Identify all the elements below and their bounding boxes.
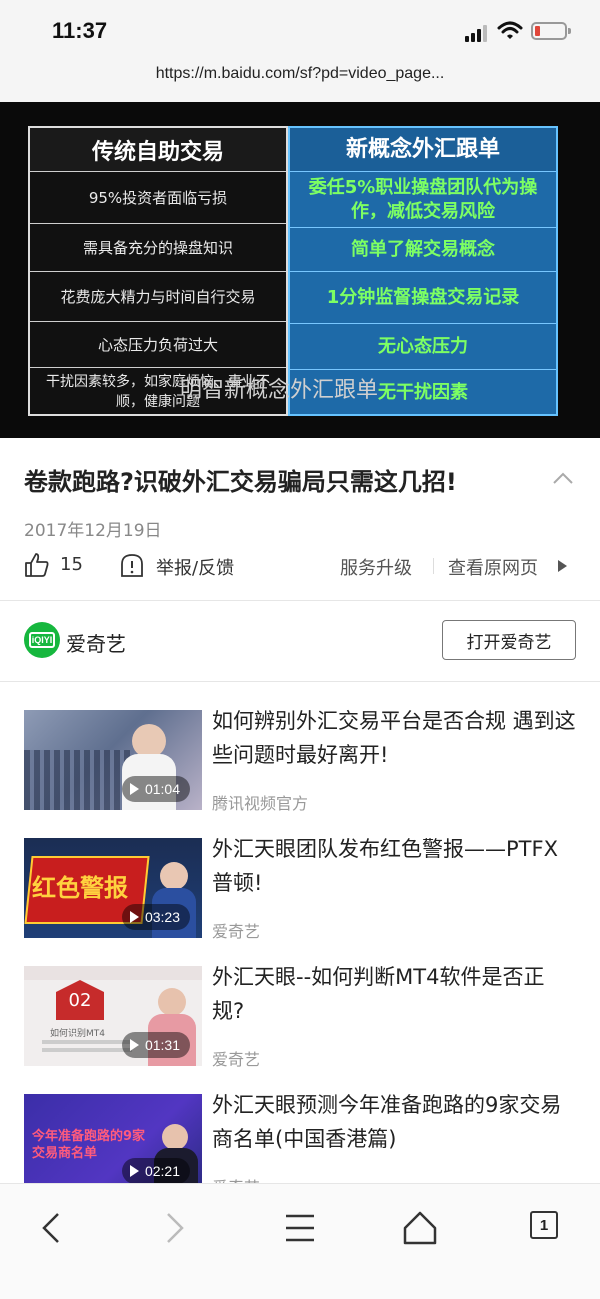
video-subtitle: 明智新概念外汇跟单: [180, 378, 379, 403]
related-video-item[interactable]: 02 如何识别MT4 01:31 外汇天眼--如何判断MT4软件是否正规? 爱奇…: [0, 965, 600, 1076]
left-row: 花费庞大精力与时间自行交易: [30, 272, 286, 322]
video-thumbnail[interactable]: 02 如何识别MT4 01:31: [24, 966, 202, 1066]
video-player[interactable]: 传统自助交易 95%投资者面临亏损 需具备充分的操盘知识 花费庞大精力与时间自行…: [0, 102, 600, 438]
status-time: 11:37: [52, 18, 108, 43]
view-original-link[interactable]: 查看原网页: [448, 554, 538, 580]
related-video-source: 腾讯视频官方: [212, 794, 309, 813]
action-bar: 15 举报/反馈 服务升级 查看原网页: [0, 550, 600, 580]
left-row: 需具备充分的操盘知识: [30, 224, 286, 272]
tabs-button[interactable]: 1: [530, 1211, 558, 1239]
related-video-item[interactable]: 红色警报 03:23 外汇天眼团队发布红色警报——PTFX普顿! 爱奇艺: [0, 837, 600, 948]
cellular-signal-icon: [465, 24, 491, 42]
related-video-source: 爱奇艺: [212, 922, 261, 941]
publish-date: 2017年12月19日: [24, 521, 162, 541]
source-name: 爱奇艺: [66, 632, 126, 656]
right-row: 1分钟监督操盘交易记录: [290, 272, 556, 324]
duration-badge: 03:23: [121, 904, 190, 930]
open-app-button[interactable]: 打开爱奇艺: [442, 620, 576, 660]
right-row: 委任5%职业操盘团队代为操作，减低交易风险: [290, 172, 556, 228]
right-row: 简单了解交易概念: [290, 228, 556, 272]
status-bar: 11:37: [0, 0, 600, 60]
related-video-title[interactable]: 外汇天眼--如何判断MT4软件是否正规?: [212, 960, 576, 1028]
browser-toolbar: 1: [0, 1183, 600, 1299]
related-video-source: 爱奇艺: [212, 1050, 261, 1069]
like-count[interactable]: 15: [60, 554, 83, 575]
report-feedback-link[interactable]: 举报/反馈: [156, 554, 234, 580]
forward-icon[interactable]: [154, 1208, 194, 1248]
right-header: 新概念外汇跟单: [290, 128, 556, 172]
divider: [0, 681, 600, 682]
article-title: 卷款跑路?识破外汇交易骗局只需这几招!: [24, 468, 457, 496]
left-row: 心态压力负荷过大: [30, 322, 286, 368]
chevron-up-icon[interactable]: [552, 468, 574, 490]
report-icon[interactable]: [118, 552, 146, 578]
service-upgrade-link[interactable]: 服务升级: [340, 554, 412, 580]
divider: [0, 600, 600, 601]
left-row: 95%投资者面临亏损: [30, 172, 286, 224]
video-thumbnail[interactable]: 01:04: [24, 710, 202, 810]
thumbnail-text: 如何识别MT4: [50, 1029, 105, 1039]
address-bar[interactable]: https://m.baidu.com/sf?pd=video_page...: [0, 60, 600, 102]
duration-badge: 01:31: [121, 1032, 190, 1058]
right-row: 无心态压力: [290, 324, 556, 370]
url-text[interactable]: https://m.baidu.com/sf?pd=video_page...: [0, 60, 600, 88]
battery-icon: [531, 22, 571, 40]
iqiyi-logo: iQIYI: [24, 622, 60, 658]
back-icon[interactable]: [32, 1208, 72, 1248]
iqiyi-logo-text: iQIYI: [29, 632, 55, 648]
thumbs-up-icon[interactable]: [24, 552, 50, 578]
video-thumbnail[interactable]: 今年准备跑路的9家交易商名单 02:21: [24, 1094, 202, 1183]
duration-badge: 01:04: [121, 776, 190, 802]
home-icon[interactable]: [400, 1208, 440, 1248]
play-arrow-icon[interactable]: [558, 560, 567, 572]
menu-icon[interactable]: [280, 1208, 320, 1248]
duration-badge: 02:21: [121, 1158, 190, 1183]
separator: [433, 558, 434, 574]
thumbnail-badge: 02: [56, 980, 104, 1020]
wifi-icon: [497, 21, 523, 39]
related-video-item[interactable]: 今年准备跑路的9家交易商名单 02:21 外汇天眼预测今年准备跑路的9家交易商名…: [0, 1094, 600, 1183]
related-video-title[interactable]: 如何辨别外汇交易平台是否合规 遇到这些问题时最好离开!: [212, 704, 576, 772]
thumbnail-text: 今年准备跑路的9家交易商名单: [32, 1129, 146, 1161]
video-thumbnail[interactable]: 红色警报 03:23: [24, 838, 202, 938]
related-video-source: 爱奇艺: [212, 1174, 260, 1183]
left-header: 传统自助交易: [30, 128, 286, 172]
related-video-title[interactable]: 外汇天眼团队发布红色警报——PTFX普顿!: [212, 832, 576, 900]
related-video-item[interactable]: 01:04 如何辨别外汇交易平台是否合规 遇到这些问题时最好离开! 腾讯视频官方: [0, 709, 600, 820]
thumbnail-text: 红色警报: [32, 874, 128, 902]
related-video-title[interactable]: 外汇天眼预测今年准备跑路的9家交易商名单(中国香港篇): [212, 1094, 576, 1156]
